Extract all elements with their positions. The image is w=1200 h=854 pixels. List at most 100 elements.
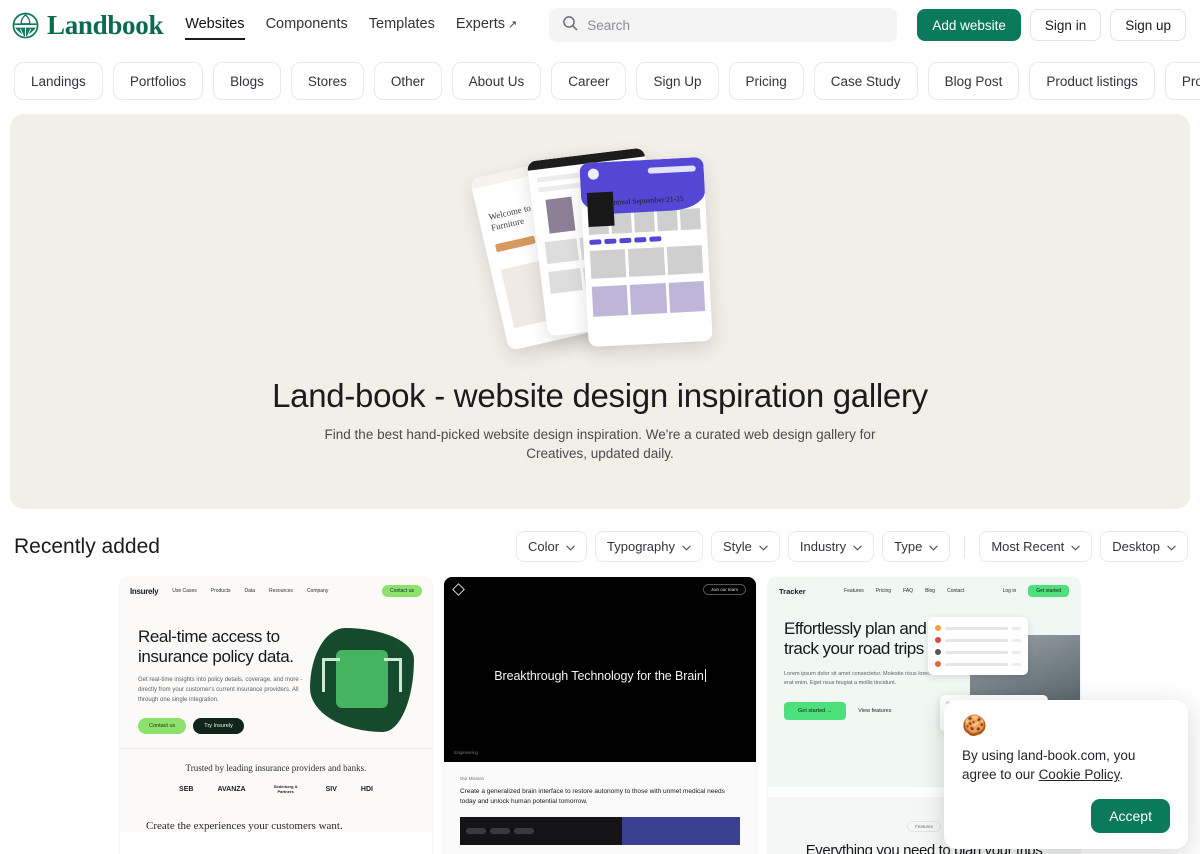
cookie-accept-button[interactable]: Accept xyxy=(1091,798,1170,833)
category-pill-stores[interactable]: Stores xyxy=(290,62,364,100)
gallery-card-brain[interactable]: Join our team Breakthrough Technology fo… xyxy=(444,577,756,854)
card-nav-item: Resources xyxy=(269,588,293,594)
filter-label: Industry xyxy=(799,539,847,554)
add-website-button[interactable]: Add website xyxy=(917,9,1021,41)
category-pill-case-study[interactable]: Case Study xyxy=(813,62,918,100)
category-pill-about-us[interactable]: About Us xyxy=(451,62,542,100)
card-cta: Contact us xyxy=(382,585,422,597)
filter-label: Style xyxy=(722,539,752,554)
card-trust-title: Trusted by leading insurance providers a… xyxy=(185,762,367,773)
card-nav-item: Contact xyxy=(947,588,965,594)
chevron-down-icon xyxy=(929,539,938,554)
card-logo: Insurely xyxy=(130,586,159,596)
card-hero: Real-time access to insurance policy dat… xyxy=(120,605,432,748)
chevron-down-icon xyxy=(566,539,575,554)
filter-industry[interactable]: Industry xyxy=(787,531,875,562)
card-illustration xyxy=(310,628,414,733)
viewport-label: Desktop xyxy=(1112,539,1160,554)
hero-section: Welcome to Furniture Montreal September 2… xyxy=(10,114,1190,509)
card-paragraph: Get real-time insights into policy detai… xyxy=(138,677,303,703)
card-nav-item: Data xyxy=(244,588,256,594)
site-header: Landbook Websites Components Templates E… xyxy=(0,0,1200,50)
card-nav: Insurely Use Cases Products Data Resourc… xyxy=(120,577,432,605)
hero-screenshot-3: Montreal September 21-25 xyxy=(579,156,713,348)
card-headline: Effortlessly plan and track your road tr… xyxy=(784,619,927,659)
cookie-text: By using land-book.com, you agree to our… xyxy=(962,746,1170,785)
gallery-card-insurely[interactable]: Insurely Use Cases Products Data Resourc… xyxy=(120,577,432,854)
card-nav-item: Pricing xyxy=(875,588,892,594)
cookie-text-after: . xyxy=(1119,767,1124,783)
nav-item-experts[interactable]: Experts ↗ xyxy=(456,14,517,36)
card-nav: Join our team xyxy=(444,577,756,602)
filter-style[interactable]: Style xyxy=(710,531,780,562)
card-headline: Real-time access to insurance policy dat… xyxy=(138,627,294,667)
chevron-down-icon xyxy=(682,539,691,554)
category-pill-blogs[interactable]: Blogs xyxy=(213,62,281,100)
category-pill-portfolios[interactable]: Portfolios xyxy=(112,62,204,100)
nav-item-components[interactable]: Components xyxy=(266,14,348,36)
filter-type[interactable]: Type xyxy=(882,531,951,562)
category-pill-blog-post[interactable]: Blog Post xyxy=(927,62,1020,100)
category-pill-sign-up[interactable]: Sign Up xyxy=(636,62,719,100)
viewport-desktop[interactable]: Desktop xyxy=(1100,531,1188,562)
nav-label: Templates xyxy=(368,16,435,32)
sign-up-button[interactable]: Sign up xyxy=(1110,9,1186,41)
trust-logo: AVANZA xyxy=(217,786,246,794)
sign-in-button[interactable]: Sign in xyxy=(1029,9,1102,41)
card-secondary-button: View features xyxy=(858,708,892,715)
card-footer-label: Engineering xyxy=(454,750,479,755)
nav-item-templates[interactable]: Templates xyxy=(369,14,435,36)
category-pill-product-listings[interactable]: Product listings xyxy=(1029,62,1155,100)
sort-label: Most Recent xyxy=(991,539,1065,554)
nav-label: Experts xyxy=(455,16,506,32)
header-actions: Add website Sign in Sign up xyxy=(917,9,1186,41)
category-pill-product-details[interactable]: Product details xyxy=(1164,62,1200,100)
nav-item-websites[interactable]: Websites xyxy=(185,14,245,40)
chevron-down-icon xyxy=(1167,539,1176,554)
toolbar-divider xyxy=(964,535,966,558)
brand-name: Landbook xyxy=(47,9,164,40)
category-pill-pricing[interactable]: Pricing xyxy=(728,62,804,100)
filter-color[interactable]: Color xyxy=(515,531,588,562)
category-pill-landings[interactable]: Landings xyxy=(14,62,103,100)
filter-label: Color xyxy=(527,539,560,554)
chevron-down-icon xyxy=(853,539,862,554)
trust-logo: Söderberg & Partners xyxy=(273,783,298,794)
card-mission-label: Our Mission xyxy=(460,776,485,781)
card-footer-title: Create the experiences your customers wa… xyxy=(120,806,432,833)
listing-toolbar: Recently added Color Typography Style In… xyxy=(0,509,1200,562)
search-input[interactable]: Search xyxy=(549,8,898,42)
hero-artwork: Welcome to Furniture Montreal September 2… xyxy=(469,146,720,361)
category-pill-other[interactable]: Other xyxy=(373,62,442,100)
sort-most-recent[interactable]: Most Recent xyxy=(979,531,1093,562)
card-trust-logos: SEB AVANZA Söderberg & Partners SIV HDI xyxy=(120,783,432,795)
card-primary-button: Contact us xyxy=(138,717,187,734)
trust-logo: SIV xyxy=(325,786,337,794)
card-login: Log in xyxy=(1002,588,1017,594)
external-link-arrow-icon: ↗ xyxy=(508,19,518,31)
nav-label: Components xyxy=(265,16,348,32)
card-cta: Get started xyxy=(1028,585,1069,597)
section-title: Recently added xyxy=(14,534,160,558)
chevron-down-icon xyxy=(1071,539,1080,554)
card-secondary-button: Try Insurely xyxy=(193,717,244,734)
card-nav-item: Use Cases xyxy=(172,588,197,594)
cookie-icon: 🍪 xyxy=(962,715,987,737)
card-nav-item: Products xyxy=(210,588,231,594)
category-pill-career[interactable]: Career xyxy=(551,62,627,100)
filter-typography[interactable]: Typography xyxy=(595,531,703,562)
cookie-policy-link[interactable]: Cookie Policy xyxy=(1039,767,1120,782)
filter-controls: Color Typography Style Industry Type Mos… xyxy=(515,531,1188,562)
card-nav-item: Company xyxy=(306,588,329,594)
card-paragraph: Lorem ipsum dolor sit amet consectetur. … xyxy=(784,670,932,687)
brand-logo[interactable]: Landbook xyxy=(12,9,164,40)
card-mission-text: Create a generalized brain interface to … xyxy=(460,788,725,806)
card-nav-item: FAQ xyxy=(903,588,914,594)
card-media-strip xyxy=(460,817,740,846)
leaf-circle-logo-icon xyxy=(12,12,39,39)
cookie-banner: 🍪 By using land-book.com, you agree to o… xyxy=(944,700,1188,849)
card-nav-item: Blog xyxy=(925,588,936,594)
card-primary-button: Get started → xyxy=(784,702,847,721)
filter-label: Typography xyxy=(607,539,675,554)
card-badge: Join our team xyxy=(702,584,746,595)
